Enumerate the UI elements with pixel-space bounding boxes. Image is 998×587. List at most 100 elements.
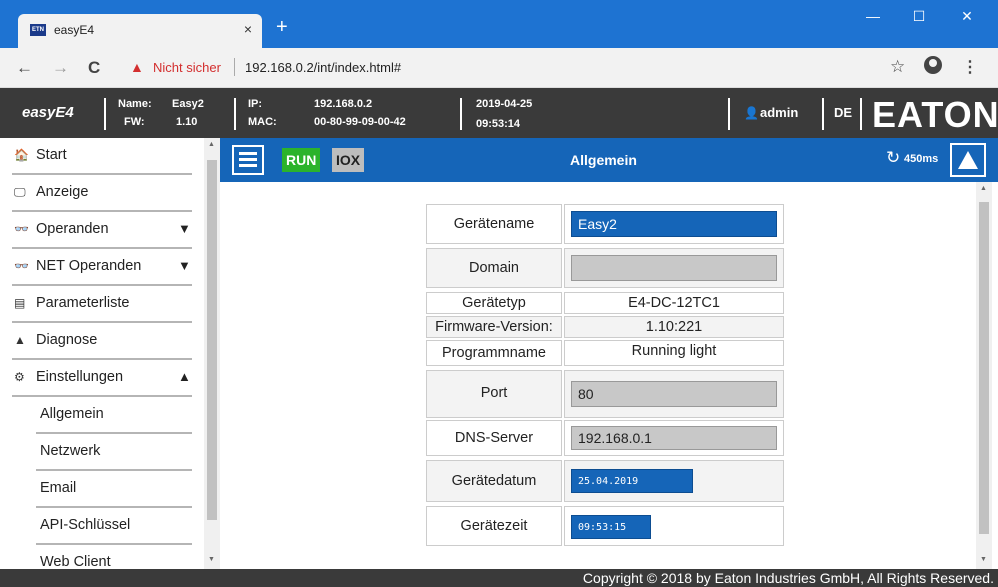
ip-value: 192.168.0.2: [314, 98, 373, 110]
ip-label: IP:: [248, 98, 263, 110]
account-icon[interactable]: [924, 56, 942, 74]
iox-button[interactable]: IOX: [332, 148, 365, 172]
device-type-value: E4-DC-12TC1: [628, 295, 720, 311]
back-button[interactable]: ←: [16, 58, 33, 78]
port-label: Port: [426, 370, 562, 418]
sidebar-item-label: Start: [36, 147, 67, 163]
port-field[interactable]: 80: [571, 381, 777, 407]
header-divider: [104, 98, 106, 130]
header-divider: [460, 98, 462, 130]
sidebar-item-label: Einstellungen: [36, 369, 124, 385]
header-divider: [860, 98, 862, 130]
content-scroll-thumb[interactable]: [979, 202, 989, 534]
mac-label: MAC:: [248, 116, 277, 128]
scroll-top-button[interactable]: [950, 143, 986, 177]
row-domain: Domain: [426, 248, 784, 288]
sidebar-item-diagnose[interactable]: ▲ Diagnose: [0, 323, 204, 360]
sidebar-scrollbar[interactable]: ▲ ▼: [204, 138, 220, 569]
sidebar-item-label: NET Operanden: [36, 258, 142, 274]
sidebar-item-einstellungen[interactable]: ⚙ Einstellungen ▲: [0, 360, 204, 397]
sidebar-subitem-label: Allgemein: [40, 406, 104, 422]
address-divider: [234, 58, 235, 76]
firmware-cell: 1.10:221: [564, 316, 784, 338]
home-icon: 🏠: [14, 148, 29, 162]
sidebar-item-start[interactable]: 🏠 Start: [0, 138, 204, 175]
reload-button[interactable]: C: [88, 58, 100, 78]
device-name-field[interactable]: Easy2: [571, 211, 777, 237]
domain-cell: [564, 248, 784, 288]
dns-field[interactable]: 192.168.0.1: [571, 426, 777, 450]
list-icon: ▤: [14, 296, 26, 310]
program-value: Running light: [631, 343, 717, 359]
sidebar-subitem-label: Email: [40, 480, 77, 496]
device-date-cell: 25.04.2019: [564, 460, 784, 502]
row-time: Gerätezeit 09:53:15: [426, 506, 784, 546]
sidebar-subitem-label: API-Schlüssel: [40, 517, 131, 533]
minimize-button[interactable]: —: [850, 8, 896, 24]
close-window-button[interactable]: ✕: [944, 8, 990, 25]
warning-triangle-icon[interactable]: ▲: [130, 59, 144, 75]
device-time-label: Gerätezeit: [426, 506, 562, 546]
language-selector[interactable]: DE: [834, 105, 852, 120]
run-button[interactable]: RUN: [282, 148, 321, 172]
content-toolbar: RUN IOX Allgemein ↻ 450ms: [220, 138, 998, 182]
row-device-type: Gerätetyp E4-DC-12TC1: [426, 292, 784, 314]
warning-icon: ▲: [14, 333, 26, 347]
sidebar-item-operanden[interactable]: 👓 Operanden ▼: [0, 212, 204, 249]
sidebar-item-anzeige[interactable]: 🖵 Anzeige: [0, 175, 204, 212]
scroll-down-icon[interactable]: ▼: [208, 556, 215, 563]
glasses-icon: 👓: [14, 222, 29, 236]
app-brand: easyE4: [22, 104, 74, 121]
content-scrollbar[interactable]: ▲ ▼: [976, 182, 992, 569]
tab-title: easyE4: [54, 23, 95, 37]
sidebar-subitem-allgemein[interactable]: Allgemein: [0, 397, 204, 434]
forward-button[interactable]: →: [52, 58, 69, 78]
scroll-down-icon[interactable]: ▼: [980, 556, 987, 563]
refresh-icon[interactable]: ↻: [886, 148, 900, 168]
tab-close-icon[interactable]: ×: [244, 21, 252, 37]
scroll-up-icon[interactable]: ▲: [980, 185, 987, 192]
footer-copyright: Copyright © 2018 by Eaton Industries Gmb…: [0, 569, 998, 587]
user-name[interactable]: admin: [760, 105, 798, 120]
sidebar-subitem-netzwerk[interactable]: Netzwerk: [0, 434, 204, 471]
row-dns: DNS-Server 192.168.0.1: [426, 420, 784, 456]
url-field[interactable]: 192.168.0.2/int/index.html#: [245, 60, 401, 75]
sidebar-item-parameterliste[interactable]: ▤ Parameterliste: [0, 286, 204, 323]
security-indicator[interactable]: Nicht sicher: [153, 60, 221, 75]
sidebar-subitem-label: Web Client: [40, 554, 111, 569]
device-type-cell: E4-DC-12TC1: [564, 292, 784, 314]
sidebar: 🏠 Start 🖵 Anzeige 👓 Operanden ▼ 👓 NET Op…: [0, 138, 220, 569]
domain-field[interactable]: [571, 255, 777, 281]
sidebar-subitem-api-schluessel[interactable]: API-Schlüssel: [0, 508, 204, 545]
sidebar-scroll-thumb[interactable]: [207, 160, 217, 520]
dns-cell: 192.168.0.1: [564, 420, 784, 456]
sidebar-item-label: Parameterliste: [36, 295, 130, 311]
row-program: Programmname Running light: [426, 340, 784, 366]
monitor-icon: 🖵: [14, 185, 26, 199]
scroll-up-icon[interactable]: ▲: [208, 141, 215, 148]
sidebar-subitem-web-client[interactable]: Web Client: [0, 545, 204, 569]
chevron-down-icon: ▼: [178, 258, 191, 273]
header-time: 09:53:14: [476, 118, 521, 130]
sidebar-item-net-operanden[interactable]: 👓 NET Operanden ▼: [0, 249, 204, 286]
device-type-label: Gerätetyp: [426, 292, 562, 314]
browser-menu-icon[interactable]: ⋮: [962, 57, 978, 77]
eaton-logo: EATON: [872, 94, 998, 135]
gear-icon: ⚙: [14, 370, 25, 384]
device-date-field[interactable]: 25.04.2019: [571, 469, 693, 493]
chevron-up-icon: ▲: [178, 369, 191, 384]
page-title: Allgemein: [570, 152, 637, 168]
sidebar-item-label: Diagnose: [36, 332, 98, 348]
device-time-field[interactable]: 09:53:15: [571, 515, 651, 539]
header-divider: [728, 98, 730, 130]
device-name-cell: Easy2: [564, 204, 784, 244]
browser-tab[interactable]: ETN easyE4 ×: [18, 14, 262, 48]
hamburger-menu-button[interactable]: [232, 145, 264, 175]
new-tab-button[interactable]: +: [276, 16, 288, 39]
refresh-interval[interactable]: 450ms: [904, 153, 938, 165]
sidebar-subitem-email[interactable]: Email: [0, 471, 204, 508]
maximize-button[interactable]: ☐: [896, 8, 942, 25]
bookmark-star-icon[interactable]: ☆: [890, 57, 905, 77]
sidebar-item-label: Anzeige: [36, 184, 89, 200]
firmware-label: Firmware-Version:: [426, 316, 562, 338]
